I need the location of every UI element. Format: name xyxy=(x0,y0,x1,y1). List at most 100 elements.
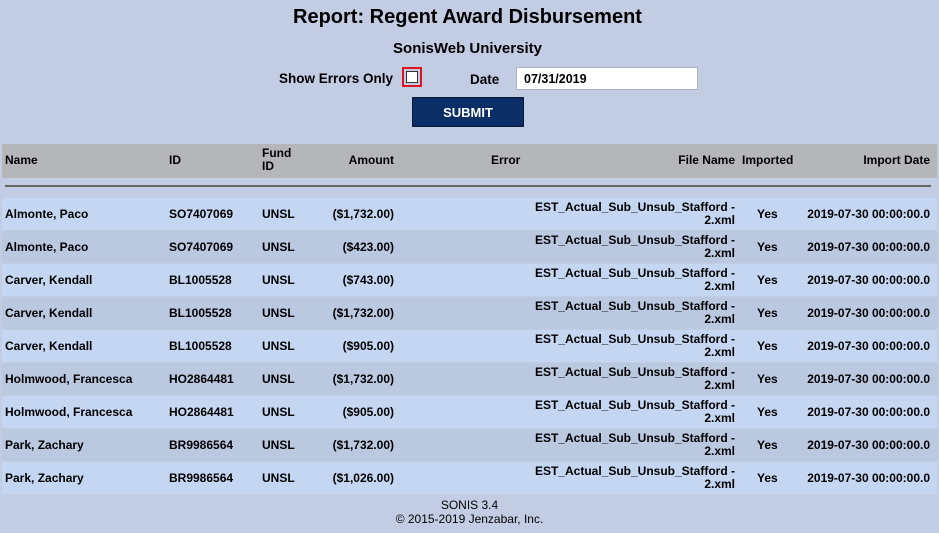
cell-imported: Yes xyxy=(757,405,778,419)
checkbox-box[interactable] xyxy=(406,71,418,83)
cell-file-name: EST_Actual_Sub_Unsub_Stafford - 2.xml xyxy=(515,366,735,392)
date-input[interactable] xyxy=(516,67,698,90)
date-label: Date xyxy=(470,72,500,87)
footer-copyright: © 2015-2019 Jenzabar, Inc. xyxy=(395,512,544,526)
file-name-line-2: 2.xml xyxy=(704,378,735,392)
file-name-line-2: 2.xml xyxy=(704,246,735,260)
cell-id: BL1005528 xyxy=(169,339,232,353)
column-header-import-date: Import Date xyxy=(863,153,930,167)
file-name-line-2: 2.xml xyxy=(704,477,735,491)
cell-name: Almonte, Paco xyxy=(5,240,89,254)
school-name: SonisWeb University xyxy=(393,40,542,57)
cell-import-date: 2019-07-30 00:00:00.0 xyxy=(807,273,930,287)
cell-name: Park, Zachary xyxy=(5,471,84,485)
table-row: Almonte, Paco SO7407069 UNSL ($1,732.00)… xyxy=(2,198,937,230)
cell-id: HO2864481 xyxy=(169,372,234,386)
cell-fund-id: UNSL xyxy=(262,438,295,452)
column-header-amount: Amount xyxy=(348,153,394,167)
cell-amount: ($1,026.00) xyxy=(332,471,394,485)
cell-imported: Yes xyxy=(757,339,778,353)
cell-import-date: 2019-07-30 00:00:00.0 xyxy=(807,372,930,386)
file-name-line-1: EST_Actual_Sub_Unsub_Stafford - xyxy=(534,431,735,445)
file-name-line-1: EST_Actual_Sub_Unsub_Stafford - xyxy=(534,200,735,214)
cell-name: Carver, Kendall xyxy=(5,339,93,353)
cell-fund-id: UNSL xyxy=(262,207,295,221)
file-name-line-2: 2.xml xyxy=(704,213,735,227)
cell-fund-id: UNSL xyxy=(262,471,295,485)
table-row: Park, Zachary BR9986564 UNSL ($1,026.00)… xyxy=(2,462,937,494)
footer-version: SONIS 3.4 xyxy=(440,498,499,512)
table-header: Name ID Fund ID Amount Error File Name I… xyxy=(2,144,937,178)
file-name-line-2: 2.xml xyxy=(704,411,735,425)
cell-fund-id: UNSL xyxy=(262,405,295,419)
table-row: Park, Zachary BR9986564 UNSL ($1,732.00)… xyxy=(2,429,937,461)
cell-imported: Yes xyxy=(757,471,778,485)
cell-file-name: EST_Actual_Sub_Unsub_Stafford - 2.xml xyxy=(515,267,735,293)
cell-imported: Yes xyxy=(757,306,778,320)
cell-import-date: 2019-07-30 00:00:00.0 xyxy=(807,339,930,353)
column-header-error: Error xyxy=(491,153,521,167)
show-errors-checkbox[interactable] xyxy=(402,67,422,87)
column-header-fund-id: Fund ID xyxy=(262,146,292,173)
cell-fund-id: UNSL xyxy=(262,240,295,254)
cell-import-date: 2019-07-30 00:00:00.0 xyxy=(807,405,930,419)
table-row: Carver, Kendall BL1005528 UNSL ($743.00)… xyxy=(2,264,937,296)
cell-imported: Yes xyxy=(757,438,778,452)
cell-id: BR9986564 xyxy=(169,438,234,452)
cell-amount: ($1,732.00) xyxy=(332,306,394,320)
column-header-id: ID xyxy=(169,153,181,167)
file-name-line-1: EST_Actual_Sub_Unsub_Stafford - xyxy=(534,266,735,280)
cell-fund-id: UNSL xyxy=(262,339,295,353)
show-errors-label: Show Errors Only xyxy=(279,71,394,86)
cell-import-date: 2019-07-30 00:00:00.0 xyxy=(807,438,930,452)
table-row: Carver, Kendall BL1005528 UNSL ($1,732.0… xyxy=(2,297,937,329)
cell-imported: Yes xyxy=(757,207,778,221)
cell-name: Almonte, Paco xyxy=(5,207,89,221)
cell-id: BL1005528 xyxy=(169,306,232,320)
cell-id: SO7407069 xyxy=(169,207,234,221)
table-row: Almonte, Paco SO7407069 UNSL ($423.00) E… xyxy=(2,231,937,263)
file-name-line-1: EST_Actual_Sub_Unsub_Stafford - xyxy=(534,464,735,478)
cell-name: Holmwood, Francesca xyxy=(5,372,133,386)
cell-id: BR9986564 xyxy=(169,471,234,485)
cell-name: Holmwood, Francesca xyxy=(5,405,133,419)
cell-amount: ($423.00) xyxy=(342,240,394,254)
submit-button[interactable]: SUBMIT xyxy=(412,97,524,127)
cell-imported: Yes xyxy=(757,372,778,386)
cell-fund-id: UNSL xyxy=(262,306,295,320)
column-header-file-name: File Name xyxy=(678,153,735,167)
file-name-line-2: 2.xml xyxy=(704,279,735,293)
table-row: Carver, Kendall BL1005528 UNSL ($905.00)… xyxy=(2,330,937,362)
cell-file-name: EST_Actual_Sub_Unsub_Stafford - 2.xml xyxy=(515,234,735,260)
cell-amount: ($743.00) xyxy=(342,273,394,287)
cell-file-name: EST_Actual_Sub_Unsub_Stafford - 2.xml xyxy=(515,432,735,458)
cell-imported: Yes xyxy=(757,240,778,254)
report-title: Report: Regent Award Disbursement xyxy=(293,6,642,28)
cell-fund-id: UNSL xyxy=(262,372,295,386)
cell-amount: ($905.00) xyxy=(342,339,394,353)
cell-imported: Yes xyxy=(757,273,778,287)
cell-name: Carver, Kendall xyxy=(5,306,93,320)
file-name-line-1: EST_Actual_Sub_Unsub_Stafford - xyxy=(534,233,735,247)
cell-import-date: 2019-07-30 00:00:00.0 xyxy=(807,306,930,320)
table-row: Holmwood, Francesca HO2864481 UNSL ($1,7… xyxy=(2,363,937,395)
cell-import-date: 2019-07-30 00:00:00.0 xyxy=(807,207,930,221)
file-name-line-2: 2.xml xyxy=(704,444,735,458)
cell-amount: ($1,732.00) xyxy=(332,372,394,386)
cell-fund-id: UNSL xyxy=(262,273,295,287)
cell-file-name: EST_Actual_Sub_Unsub_Stafford - 2.xml xyxy=(515,399,735,425)
cell-name: Carver, Kendall xyxy=(5,273,93,287)
cell-amount: ($905.00) xyxy=(342,405,394,419)
cell-file-name: EST_Actual_Sub_Unsub_Stafford - 2.xml xyxy=(515,333,735,359)
cell-id: SO7407069 xyxy=(169,240,234,254)
cell-amount: ($1,732.00) xyxy=(332,207,394,221)
column-header-name: Name xyxy=(5,153,38,167)
file-name-line-2: 2.xml xyxy=(704,312,735,326)
cell-id: HO2864481 xyxy=(169,405,234,419)
cell-amount: ($1,732.00) xyxy=(332,438,394,452)
file-name-line-1: EST_Actual_Sub_Unsub_Stafford - xyxy=(534,398,735,412)
file-name-line-2: 2.xml xyxy=(704,345,735,359)
cell-import-date: 2019-07-30 00:00:00.0 xyxy=(807,240,930,254)
file-name-line-1: EST_Actual_Sub_Unsub_Stafford - xyxy=(534,332,735,346)
cell-file-name: EST_Actual_Sub_Unsub_Stafford - 2.xml xyxy=(515,300,735,326)
